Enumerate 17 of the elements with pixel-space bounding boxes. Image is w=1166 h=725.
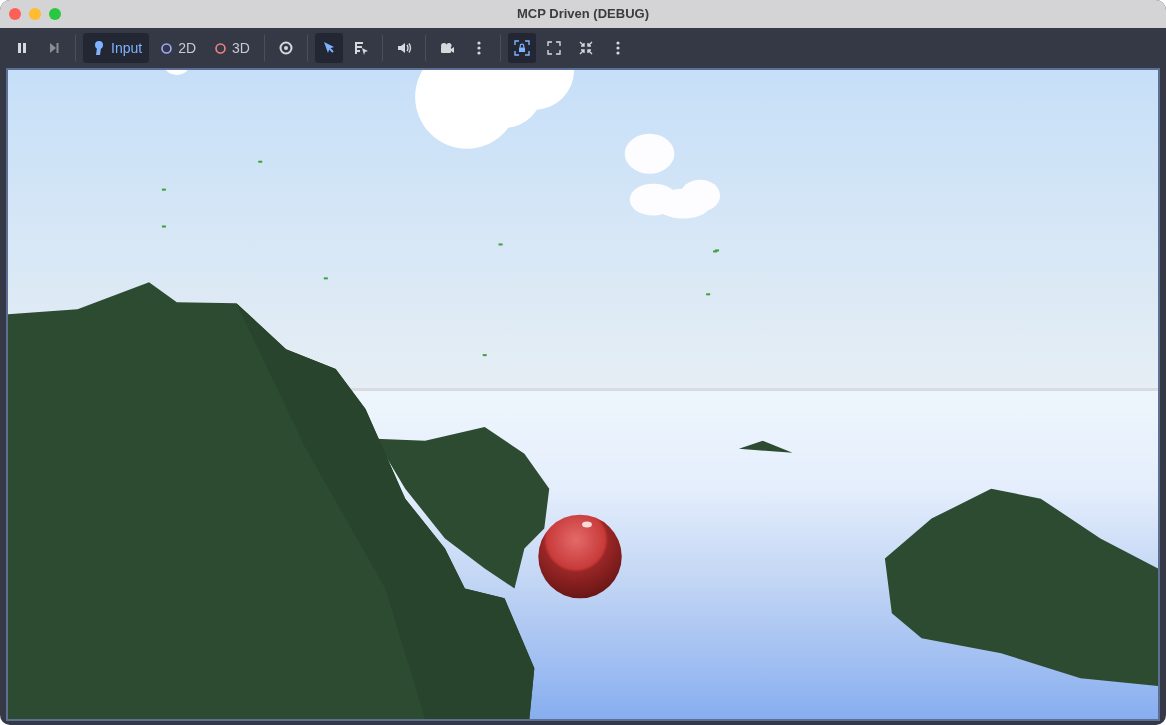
- speaker-icon: [395, 40, 412, 56]
- shrink-icon: [577, 40, 594, 56]
- more-icon: [476, 40, 481, 56]
- ring-icon: [214, 41, 228, 55]
- expand-icon: [545, 40, 562, 56]
- lock-icon: [513, 40, 530, 56]
- select-button[interactable]: [314, 33, 343, 63]
- lock-camera-button[interactable]: [507, 33, 536, 63]
- more-icon: [615, 40, 620, 56]
- list-pointer-icon: [352, 40, 369, 56]
- eye-icon: [277, 40, 294, 56]
- camera-icon: [438, 40, 455, 56]
- 2d-button[interactable]: 2D: [153, 33, 204, 63]
- window-title: MCP Driven (DEBUG): [517, 5, 649, 24]
- ring-icon: [160, 41, 174, 55]
- 3d-button[interactable]: 3D: [207, 33, 257, 63]
- input-button[interactable]: Input: [83, 33, 150, 63]
